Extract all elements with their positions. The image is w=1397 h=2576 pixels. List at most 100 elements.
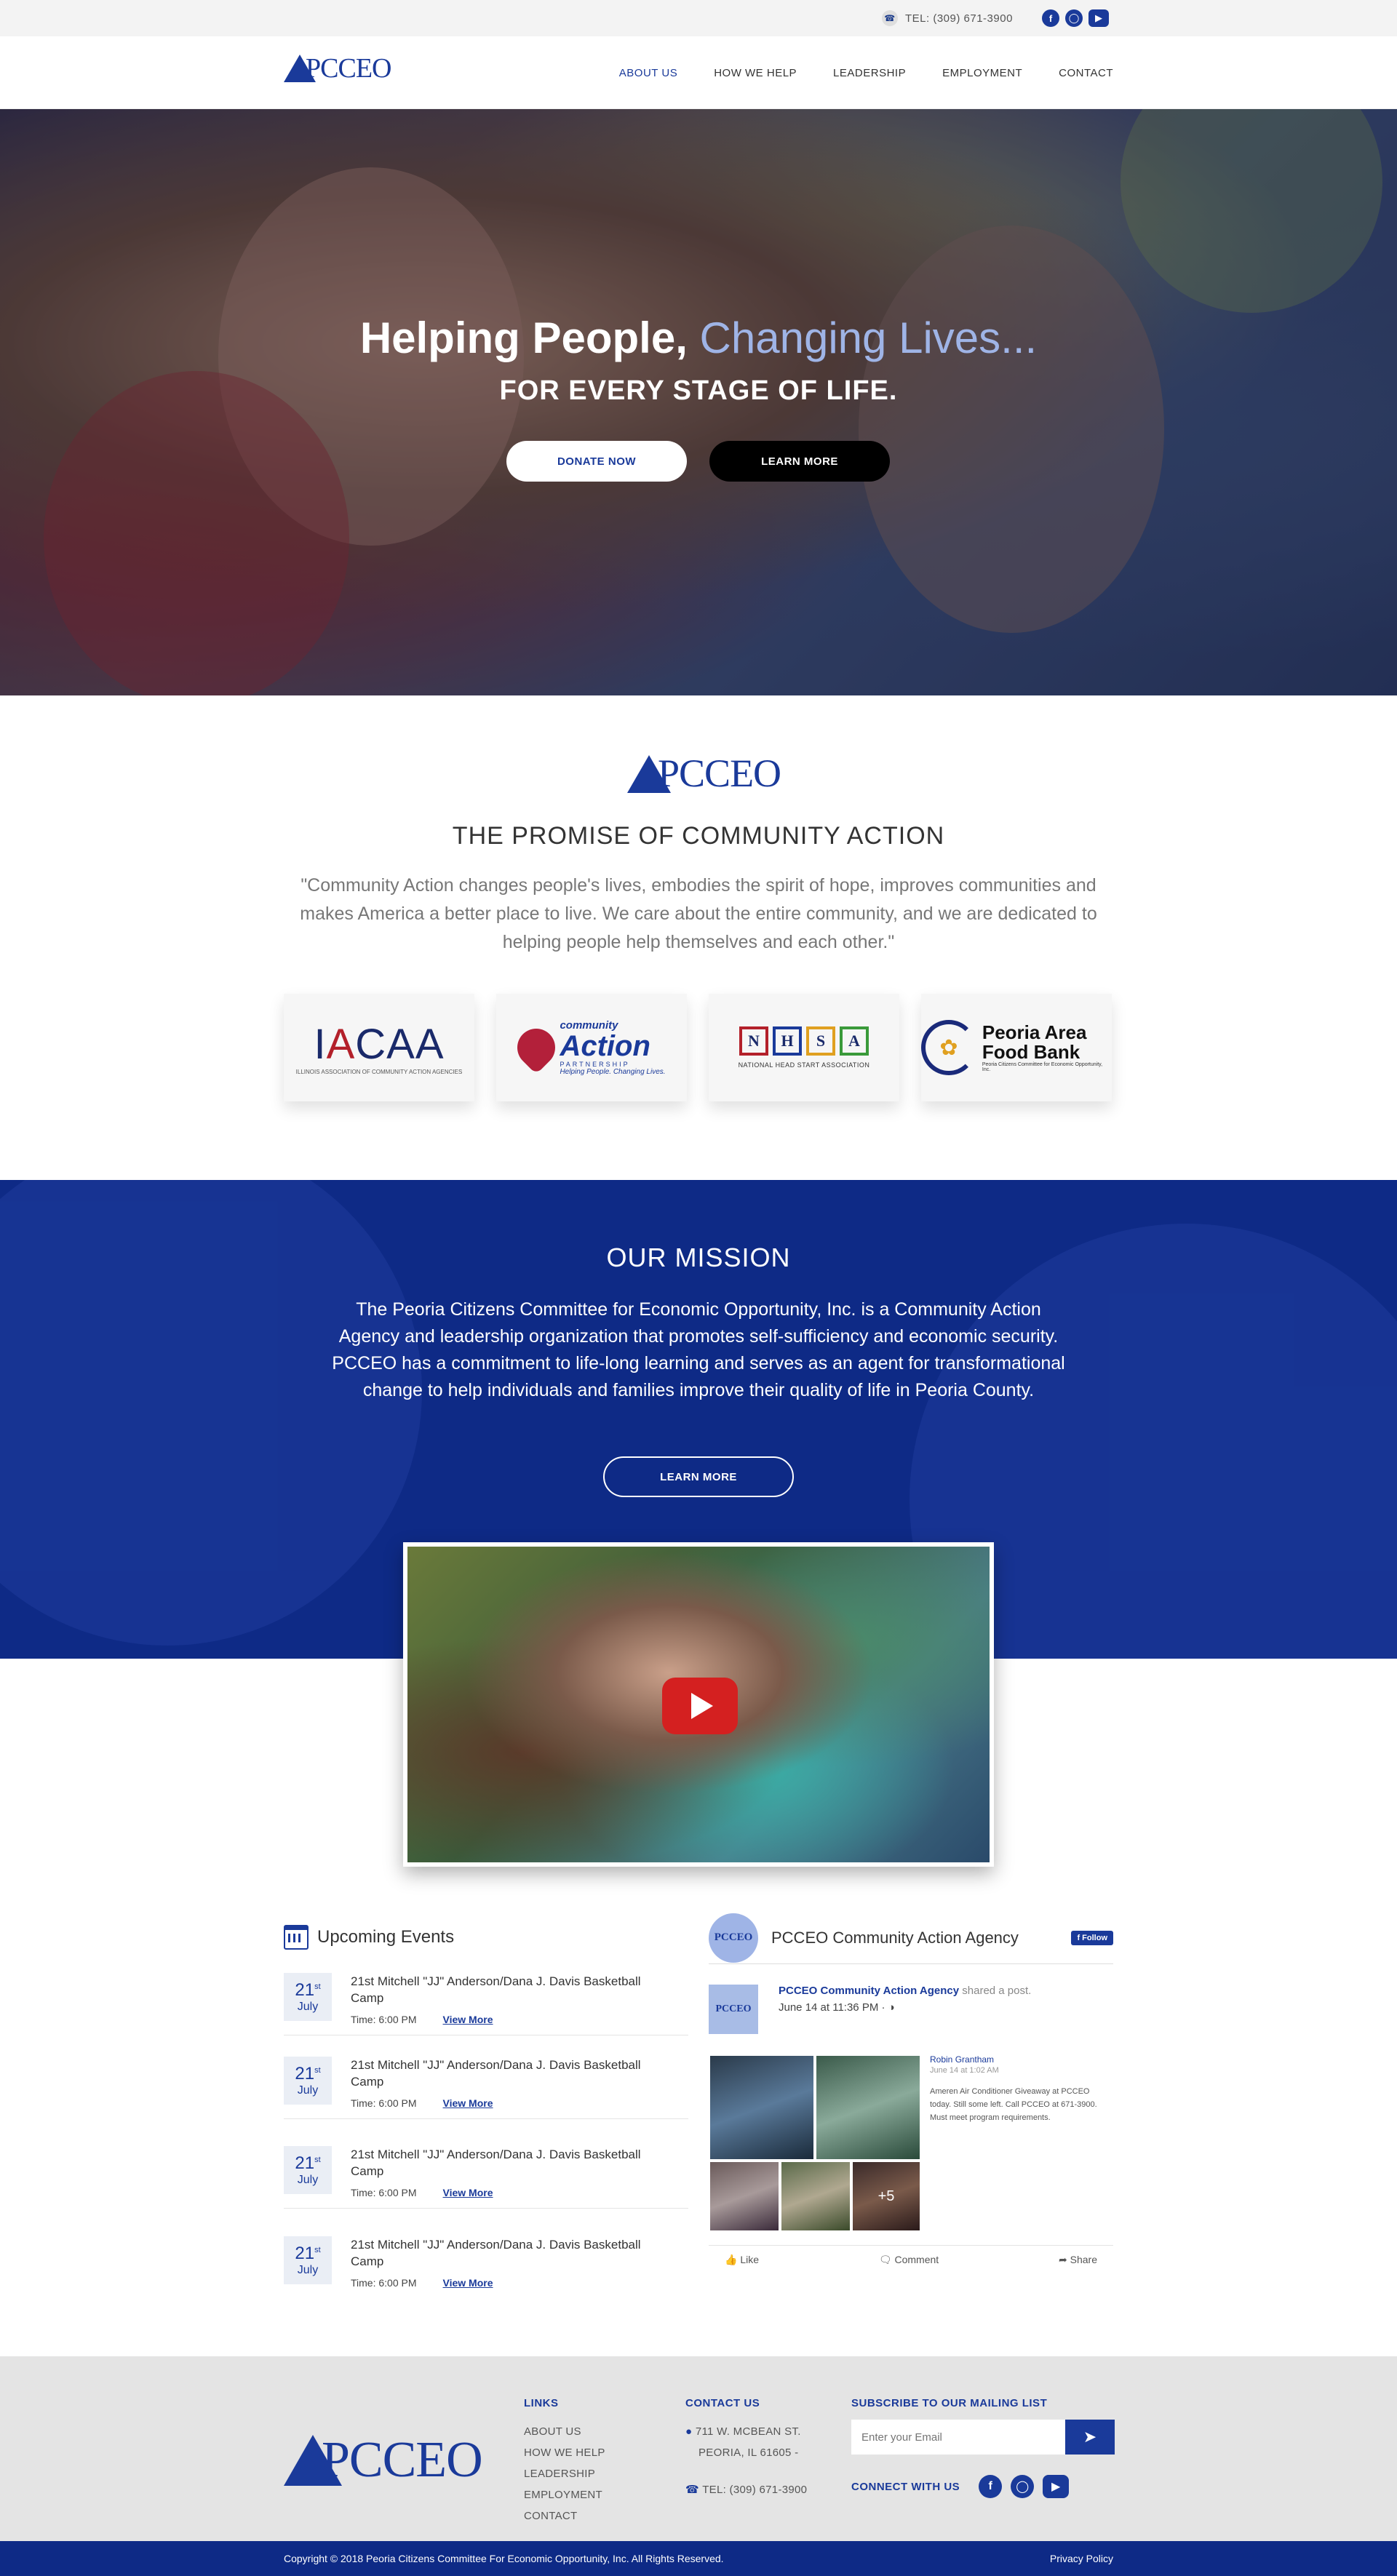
post-time[interactable]: June 14 at 11:36 PM ·	[779, 2001, 888, 2014]
event-meta: Time: 6:00 PM View More	[351, 2014, 671, 2025]
iacaa-i: I	[314, 1021, 327, 1068]
partner-nhsa[interactable]: N H S A NATIONAL HEAD START ASSOCIATION	[709, 994, 899, 1101]
instagram-icon[interactable]: ◯	[1011, 2475, 1035, 2498]
map-pin-icon: ●	[685, 2425, 696, 2438]
event-month: July	[297, 2001, 319, 2013]
logo-text: PCCEO	[658, 751, 781, 795]
event-title: 21st Mitchell "JJ" Anderson/Dana J. Davi…	[351, 2058, 641, 2089]
share-icon: ➦	[1059, 2254, 1070, 2265]
nav-leadership[interactable]: LEADERSHIP	[833, 67, 906, 79]
shared-author[interactable]: Robin Grantham	[930, 2054, 1112, 2065]
footer-link-leadership[interactable]: LEADERSHIP	[524, 2463, 605, 2484]
subscribe-heading: SUBSCRIBE TO OUR MAILING LIST	[851, 2397, 1048, 2409]
footer-link-how-we-help[interactable]: HOW WE HELP	[524, 2442, 605, 2463]
event-info: 21st Mitchell "JJ" Anderson/Dana J. Davi…	[351, 2146, 671, 2198]
footer-contact: CONTACT US ● 711 W. MCBEAN ST. PEORIA, I…	[685, 2397, 807, 2500]
post-photo[interactable]	[780, 2161, 851, 2232]
event-day: 21st	[295, 1980, 320, 2001]
hero-title-main: Helping People,	[359, 314, 688, 362]
nav-about-us[interactable]: ABOUT US	[619, 67, 677, 79]
nhsa-box-s: S	[806, 1026, 835, 1056]
post-photo[interactable]	[815, 2054, 921, 2161]
post-author-avatar[interactable]: PCCEO	[709, 1985, 758, 2034]
post-photo[interactable]	[709, 2161, 780, 2232]
food-line1: Peoria Area	[982, 1021, 1087, 1043]
event-title: 21st Mitchell "JJ" Anderson/Dana J. Davi…	[351, 2238, 641, 2268]
footer-link-contact[interactable]: CONTACT	[524, 2505, 605, 2527]
hero-learn-more-button[interactable]: LEARN MORE	[709, 441, 890, 482]
event-day-number: 21	[295, 2153, 315, 2173]
event-meta: Time: 6:00 PM View More	[351, 2277, 671, 2289]
event-item[interactable]: 21st July 21st Mitchell "JJ" Anderson/Da…	[284, 2146, 688, 2209]
event-divider	[284, 2208, 688, 2209]
cap-line2: Action	[560, 1030, 650, 1062]
post-author-line: PCCEO Community Action Agency shared a p…	[779, 1985, 1031, 1997]
calendar-icon	[284, 1925, 309, 1950]
footer-contact-heading: CONTACT US	[685, 2397, 760, 2409]
nav-employment[interactable]: EMPLOYMENT	[942, 67, 1022, 79]
post-media: +5 Robin Grantham June 14 at 1:02 AM Ame…	[709, 2054, 1113, 2232]
event-day-suffix: st	[314, 1982, 321, 1991]
donate-now-button[interactable]: DONATE NOW	[506, 441, 687, 482]
partner-iacaa[interactable]: IACAA ILLINOIS ASSOCIATION OF COMMUNITY …	[284, 994, 474, 1101]
nav-how-we-help[interactable]: HOW WE HELP	[714, 67, 797, 79]
post-photo-grid[interactable]: +5	[709, 2054, 921, 2232]
event-day-suffix: st	[314, 2066, 321, 2075]
event-divider	[284, 2118, 688, 2119]
top-phone[interactable]: ☎ TEL: (309) 671-3900	[882, 10, 1013, 26]
post-photo[interactable]	[709, 2054, 815, 2161]
event-time: Time: 6:00 PM	[351, 2097, 417, 2109]
event-item[interactable]: 21st July 21st Mitchell "JJ" Anderson/Da…	[284, 2057, 688, 2119]
header-logo[interactable]: PCCEO	[284, 55, 391, 82]
iacaa-tagline: ILLINOIS ASSOCIATION OF COMMUNITY ACTION…	[295, 1069, 463, 1075]
mission-learn-more-button[interactable]: LEARN MORE	[603, 1456, 794, 1497]
nhsa-box-n: N	[739, 1026, 768, 1056]
partner-logos: IACAA ILLINOIS ASSOCIATION OF COMMUNITY …	[284, 994, 1112, 1101]
share-button[interactable]: ➦ Share	[1059, 2254, 1097, 2266]
facebook-follow-button[interactable]: f Follow	[1071, 1930, 1113, 1945]
footer-link-about-us[interactable]: ABOUT US	[524, 2421, 605, 2442]
event-view-more-link[interactable]: View More	[443, 2277, 493, 2289]
email-input[interactable]	[851, 2420, 1065, 2455]
event-date: 21st July	[284, 1973, 332, 2021]
site-footer: PCCEO LINKS ABOUT US HOW WE HELP LEADERS…	[0, 2356, 1397, 2541]
nav-contact[interactable]: CONTACT	[1059, 67, 1113, 79]
promise-logo: PCCEO	[627, 754, 781, 793]
youtube-icon[interactable]: ▶	[1043, 2475, 1070, 2498]
footer-link-employment[interactable]: EMPLOYMENT	[524, 2484, 605, 2505]
shared-text: Ameren Air Conditioner Giveaway at PCCEO…	[930, 2087, 1097, 2122]
footer-logo[interactable]: PCCEO	[284, 2435, 483, 2486]
like-button[interactable]: 👍 Like	[725, 2254, 759, 2266]
facebook-icon[interactable]: f	[1042, 9, 1059, 27]
video-player[interactable]	[403, 1542, 994, 1867]
youtube-icon[interactable]: ▶	[1088, 9, 1109, 27]
event-item[interactable]: 21st July 21st Mitchell "JJ" Anderson/Da…	[284, 1973, 688, 2035]
event-view-more-link[interactable]: View More	[443, 2014, 493, 2025]
event-month: July	[297, 2174, 319, 2186]
facebook-page-avatar[interactable]: PCCEO	[709, 1913, 758, 1963]
shared-time: June 14 at 1:02 AM	[930, 2066, 999, 2075]
event-item[interactable]: 21st July 21st Mitchell "JJ" Anderson/Da…	[284, 2236, 688, 2289]
post-author[interactable]: PCCEO Community Action Agency	[779, 1985, 959, 1997]
footer-phone[interactable]: ☎ TEL: (309) 671-3900	[685, 2479, 807, 2500]
comment-button[interactable]: 🗨 Comment	[879, 2254, 939, 2266]
event-time: Time: 6:00 PM	[351, 2277, 417, 2289]
play-icon[interactable]	[662, 1678, 738, 1734]
event-day: 21st	[295, 2064, 320, 2084]
facebook-page-name[interactable]: PCCEO Community Action Agency	[771, 1929, 1071, 1947]
privacy-policy-link[interactable]: Privacy Policy	[1050, 2553, 1113, 2564]
subscribe-send-button[interactable]: ➤	[1065, 2420, 1115, 2455]
cap-wordmark: community Action PARTNERSHIP Helping Peo…	[560, 1019, 665, 1076]
facebook-icon[interactable]: f	[979, 2475, 1003, 2498]
event-view-more-link[interactable]: View More	[443, 2097, 493, 2109]
instagram-icon[interactable]: ◯	[1065, 9, 1083, 27]
partner-food-bank[interactable]: ✿ Peoria Area Food Bank Peoria Citizens …	[921, 994, 1112, 1101]
post-photo-more[interactable]: +5	[851, 2161, 921, 2232]
top-bar: ☎ TEL: (309) 671-3900 f ◯ ▶	[0, 0, 1397, 36]
facebook-page-header: PCCEO PCCEO Community Action Agency f Fo…	[709, 1912, 1113, 1964]
event-info: 21st Mitchell "JJ" Anderson/Dana J. Davi…	[351, 2236, 671, 2289]
partner-community-action[interactable]: community Action PARTNERSHIP Helping Peo…	[496, 994, 687, 1101]
event-view-more-link[interactable]: View More	[443, 2187, 493, 2198]
iacaa-a: A	[326, 1021, 356, 1068]
promise-quote: "Community Action changes people's lives…	[300, 875, 1097, 952]
